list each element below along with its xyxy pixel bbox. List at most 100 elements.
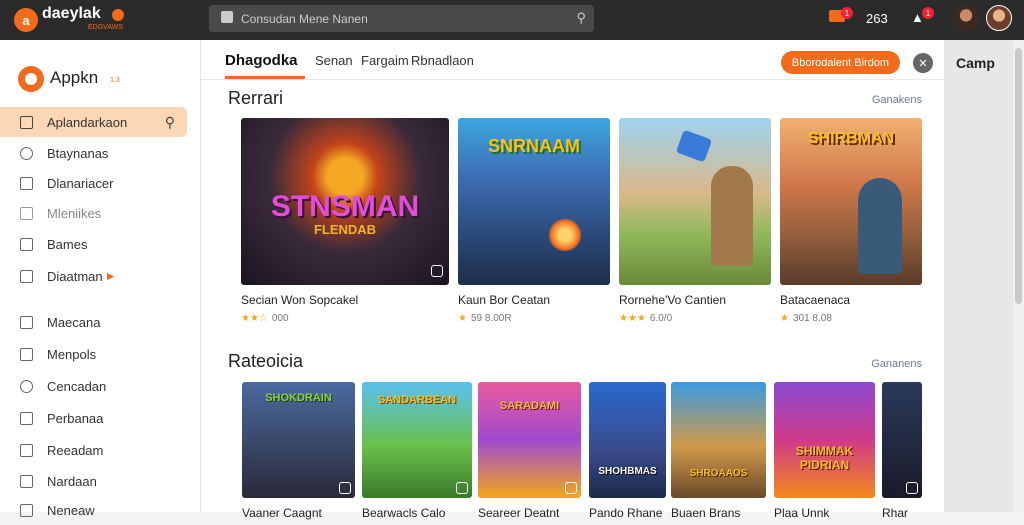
- close-icon[interactable]: ✕: [913, 53, 933, 73]
- logo-subtitle: EDGVAWS: [88, 24, 124, 31]
- card-title[interactable]: Plaa Unnk: [774, 506, 875, 520]
- star-icon: [20, 503, 33, 517]
- card-title[interactable]: Vaaner Caagnt: [242, 506, 355, 520]
- tab-1[interactable]: Senan: [315, 53, 353, 68]
- game-thumbnail[interactable]: [882, 382, 922, 498]
- sidebar-item-7[interactable]: Menpols: [0, 339, 187, 369]
- right-panel-title[interactable]: Camp: [956, 55, 995, 71]
- sidebar-item-11[interactable]: Nardaan: [0, 466, 187, 496]
- folder-icon: [20, 176, 33, 190]
- sidebar-item-label: Reeadam: [47, 442, 104, 458]
- card-rating: ★★★ 6.0/0: [619, 313, 771, 324]
- card-title[interactable]: Secian Won Sopcakel: [241, 293, 449, 307]
- sidebar-item-label: Perbanaa: [47, 410, 104, 426]
- category-card[interactable]: Rhar: [882, 382, 922, 520]
- game-thumbnail[interactable]: SHOHBMAS: [589, 382, 666, 498]
- book-icon: [20, 443, 33, 457]
- featured-card[interactable]: STNSMAN FLENDAB Secian Won Sopcakel ★★☆ 0…: [241, 118, 449, 324]
- chevron-icon: ►: [104, 269, 117, 283]
- sidebar-item-4[interactable]: Bames: [0, 229, 187, 259]
- thumb-title: SARADAMI: [499, 400, 560, 412]
- sidebar: Appkn 1.3 Aplandarkaon ⚲ Btaynanas Dlana…: [0, 40, 201, 518]
- featured-card[interactable]: Rornehe'Vo Cantien ★★★ 6.0/0: [619, 118, 771, 324]
- alert-badge: 1: [922, 7, 934, 19]
- sidebar-item-10[interactable]: Reeadam: [0, 435, 187, 465]
- camera-icon: [456, 482, 468, 494]
- game-thumbnail[interactable]: SANDARBEAN: [362, 382, 472, 498]
- search-icon[interactable]: ⚲: [576, 10, 586, 26]
- primary-action-button[interactable]: Bborodalent Birdom: [781, 51, 900, 74]
- tab-2[interactable]: Fargaim: [361, 53, 409, 68]
- sidebar-item-9[interactable]: Perbanaa: [0, 403, 187, 433]
- tab-3[interactable]: Rbnadlaon: [411, 53, 474, 68]
- sidebar-item-12[interactable]: Neneaw: [0, 495, 187, 525]
- card-title[interactable]: Rornehe'Vo Cantien: [619, 293, 771, 307]
- card-title[interactable]: Kaun Bor Ceatan: [458, 293, 610, 307]
- thumb-title: SHROAAOS: [689, 468, 748, 479]
- game-thumbnail[interactable]: STNSMAN FLENDAB: [241, 118, 449, 285]
- game-thumbnail[interactable]: SHOKDRAIN: [242, 382, 355, 498]
- card-rating: ★★☆ 000: [241, 313, 449, 324]
- sidebar-item-label: Btaynanas: [47, 145, 109, 161]
- list-icon: [20, 269, 33, 283]
- sidebar-item-5[interactable]: Diaatman ►: [0, 261, 187, 291]
- right-panel: Camp: [944, 40, 1024, 512]
- category-card[interactable]: SHOKDRAIN Vaaner Caagnt: [242, 382, 355, 520]
- categories-see-all-link[interactable]: Gananens: [871, 358, 922, 370]
- dragon-icon: [675, 129, 713, 163]
- logo-icon[interactable]: a: [14, 8, 38, 32]
- card-title[interactable]: Batacaenaca: [780, 293, 922, 307]
- scrollbar-thumb[interactable]: [1015, 48, 1022, 304]
- search-bar[interactable]: ⚲: [209, 5, 594, 32]
- card-title[interactable]: Bearwacls Calo: [362, 506, 472, 520]
- category-card[interactable]: SHOHBMAS Pando Rhane: [589, 382, 666, 520]
- featured-card[interactable]: SHIRBMAN Batacaenaca ★ 301 8.08: [780, 118, 922, 324]
- thumb-title: SANDARBEAN: [377, 394, 457, 406]
- sidebar-item-0[interactable]: Aplandarkaon ⚲: [0, 107, 187, 137]
- logo-text[interactable]: daeylak: [42, 5, 101, 23]
- search-input[interactable]: [241, 10, 541, 27]
- tab-0[interactable]: Dhagodka: [225, 52, 298, 69]
- brand-icon: [18, 66, 44, 92]
- star-rating-icon: ★★☆: [241, 313, 268, 324]
- sidebar-item-8[interactable]: Cencadan: [0, 371, 187, 401]
- category-card[interactable]: SHIMMAK PIDRIAN Plaa Unnk: [774, 382, 875, 520]
- card-rating: ★ 59 8.00R: [458, 313, 610, 324]
- thumb-title: SHOKDRAIN: [265, 392, 332, 404]
- notification-badge: 1: [841, 7, 853, 19]
- featured-see-all-link[interactable]: Ganakens: [872, 94, 922, 106]
- game-thumbnail[interactable]: SHIMMAK PIDRIAN: [774, 382, 875, 498]
- thumb-title: SHOHBMAS: [598, 466, 657, 477]
- game-thumbnail[interactable]: SHIRBMAN: [780, 118, 922, 285]
- card-title[interactable]: Pando Rhane: [589, 506, 666, 520]
- sidebar-item-6[interactable]: Maecana: [0, 307, 187, 337]
- category-card[interactable]: SHROAAOS Buaen Brans: [671, 382, 766, 520]
- sidebar-item-1[interactable]: Btaynanas: [0, 138, 187, 168]
- avatar-secondary[interactable]: [953, 5, 979, 31]
- game-thumbnail[interactable]: SHROAAOS: [671, 382, 766, 498]
- card-title[interactable]: Buaen Brans: [671, 506, 766, 520]
- card-title[interactable]: Seareer Deatnt: [478, 506, 581, 520]
- rating-value: 6.0/0: [649, 313, 673, 324]
- apps-icon: [20, 115, 33, 129]
- thumb-title: SNRNAAM: [488, 136, 580, 156]
- active-tab-indicator: [225, 76, 305, 79]
- gear-icon: [20, 146, 33, 160]
- card-title[interactable]: Rhar: [882, 506, 922, 520]
- category-card[interactable]: SANDARBEAN Bearwacls Calo: [362, 382, 472, 520]
- game-thumbnail[interactable]: SNRNAAM: [458, 118, 610, 285]
- search-icon[interactable]: ⚲: [165, 114, 175, 131]
- photo-icon: [20, 411, 33, 425]
- category-card[interactable]: SARADAMI Seareer Deatnt: [478, 382, 581, 520]
- sidebar-item-3[interactable]: Mleniikes: [0, 198, 187, 228]
- sidebar-item-2[interactable]: Dlanariacer: [0, 168, 187, 198]
- sidebar-item-label: Dlanariacer: [47, 175, 114, 191]
- key-icon: [20, 379, 33, 393]
- camera-icon: [565, 482, 577, 494]
- main-content: Dhagodka Senan Fargaim Rbnadlaon Bboroda…: [201, 40, 944, 520]
- user-avatar[interactable]: [986, 5, 1012, 31]
- game-thumbnail[interactable]: SARADAMI: [478, 382, 581, 498]
- game-thumbnail[interactable]: [619, 118, 771, 285]
- sidebar-item-label: Bames: [47, 236, 88, 252]
- featured-card[interactable]: SNRNAAM Kaun Bor Ceatan ★ 59 8.00R: [458, 118, 610, 324]
